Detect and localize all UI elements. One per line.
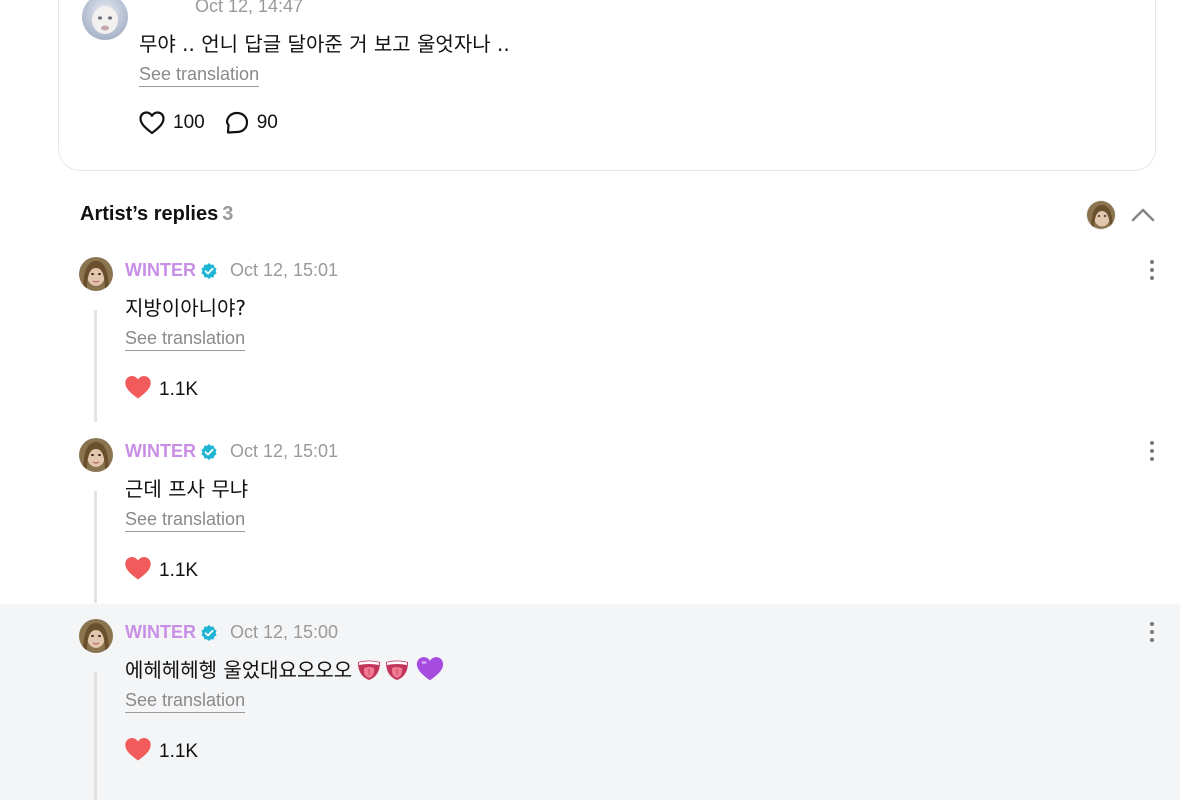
winter-avatar[interactable] [79,257,113,291]
chevron-up-icon[interactable] [1130,202,1156,228]
reply-like-button[interactable]: 1.1K [124,556,198,586]
more-vertical-icon[interactable] [1142,620,1162,644]
reply-like-button[interactable]: 1.1K [124,737,198,767]
reply-text-row: 에헤헤헤헹 울었대요오오오 [125,654,444,683]
fan-avatar[interactable] [82,0,128,40]
reply-timestamp: Oct 12, 15:01 [230,260,339,280]
thread-line [94,491,97,603]
see-translation-link[interactable]: See translation [139,64,260,87]
verified-badge-icon [201,443,217,460]
reply-like-count: 1.1K [159,741,199,762]
verified-badge-icon [201,262,217,279]
comment-bubble-icon [225,111,249,135]
see-translation-link[interactable]: See translation [125,690,246,713]
reply-like-button[interactable]: 1.1K [124,375,198,405]
winter-avatar[interactable] [79,438,113,472]
reply-text: 지방이아니야? [125,296,247,320]
artist-replies-title: Artist’s replies [80,203,219,225]
reply-timestamp: Oct 12, 15:00 [230,622,339,642]
more-vertical-icon[interactable] [1142,258,1162,282]
artist-name-text: WINTER [125,441,196,461]
heart-outline-icon [139,111,165,135]
like-count: 100 [173,112,205,133]
reply-text: 근데 프사 무냐 [125,477,249,501]
heart-filled-icon [124,556,152,586]
reply-text: 에헤헤헤헹 울었대요오오오 [125,658,353,682]
artist-name[interactable]: WINTER [125,622,218,643]
artist-replies-heading: Artist’s replies 3 [80,203,233,226]
artist-reply: WINTER Oct 12, 15:01 근데 프사 무냐 See transl… [0,423,1180,604]
more-vertical-icon[interactable] [1172,0,1180,19]
reply-like-count: 1.1K [159,560,199,581]
see-translation-link[interactable]: See translation [125,509,246,532]
post-text: 무야 .. 언니 답글 달아준 거 보고 울엇자나 .. [139,32,510,56]
artist-reply-highlighted: WINTER Oct 12, 15:00 에헤헤헤헹 울었대요오오오 See t… [0,604,1180,800]
thread-line [94,310,97,422]
artist-name[interactable]: WINTER [125,260,218,281]
fan-post-card: Oct 12, 14:47 무야 .. 언니 답글 달아준 거 보고 울엇자나 … [58,0,1156,171]
comment-button[interactable]: 90 [225,111,278,135]
heart-filled-icon [124,737,152,767]
tongue-emoji [386,660,409,680]
see-translation-link[interactable]: See translation [125,328,246,351]
artist-avatar[interactable] [1086,200,1116,230]
tongue-emoji [358,660,381,680]
emoji-group [354,656,444,682]
reply-timestamp: Oct 12, 15:01 [230,441,339,461]
artist-name[interactable]: WINTER [125,441,218,462]
more-vertical-icon[interactable] [1142,439,1162,463]
reply-like-count: 1.1K [159,379,199,400]
artist-reply: WINTER Oct 12, 15:01 지방이아니야? See transla… [0,242,1180,423]
artist-name-text: WINTER [125,622,196,642]
artist-name-text: WINTER [125,260,196,280]
post-stats: 100 90 [139,109,298,137]
thread-line [94,672,97,800]
like-button[interactable]: 100 [139,111,205,135]
verified-badge-icon [201,624,217,641]
heart-filled-icon [124,375,152,405]
post-timestamp: Oct 12, 14:47 [195,0,304,16]
artist-replies-count: 3 [222,203,234,225]
comment-count: 90 [256,112,278,133]
purple-heart-emoji [417,656,444,680]
winter-avatar[interactable] [79,619,113,653]
